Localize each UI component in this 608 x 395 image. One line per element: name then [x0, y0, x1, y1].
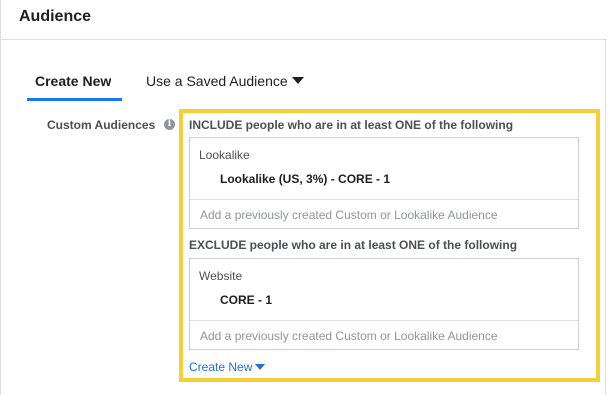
include-heading: INCLUDE people who are in at least ONE o… — [189, 118, 514, 132]
include-selected-area: Lookalike Lookalike (US, 3%) - CORE - 1 — [190, 138, 578, 199]
panel-title: Audience — [19, 8, 92, 25]
exclude-selected-area: Website CORE - 1 — [190, 259, 578, 320]
tab-create-new[interactable]: Create New — [35, 73, 111, 89]
create-new-dropdown-link[interactable]: Create New — [189, 360, 266, 374]
include-audience-item[interactable]: Lookalike (US, 3%) - CORE - 1 — [220, 172, 390, 186]
tab-use-saved-audience[interactable]: Use a Saved Audience — [146, 73, 304, 89]
include-audience-type: Lookalike — [199, 148, 250, 162]
panel-header: Audience — [1, 0, 607, 40]
audience-panel: Audience Create New Use a Saved Audience… — [0, 0, 607, 395]
caret-down-icon — [291, 77, 304, 84]
caret-down-icon — [255, 364, 266, 370]
include-audience-input[interactable] — [190, 200, 578, 230]
exclude-heading: EXCLUDE people who are in at least ONE o… — [189, 238, 518, 252]
include-audience-box: Lookalike Lookalike (US, 3%) - CORE - 1 — [189, 137, 579, 230]
exclude-audience-item[interactable]: CORE - 1 — [220, 293, 272, 307]
info-icon[interactable]: i — [164, 119, 175, 130]
active-tab-indicator — [27, 98, 122, 101]
exclude-audience-input[interactable] — [190, 321, 578, 351]
create-new-link-label: Create New — [189, 360, 253, 374]
custom-audiences-label: Custom Audiences — [47, 118, 156, 132]
exclude-audience-box: Website CORE - 1 — [189, 258, 579, 351]
tab-use-saved-audience-label: Use a Saved Audience — [146, 73, 288, 89]
exclude-audience-type: Website — [199, 269, 243, 283]
